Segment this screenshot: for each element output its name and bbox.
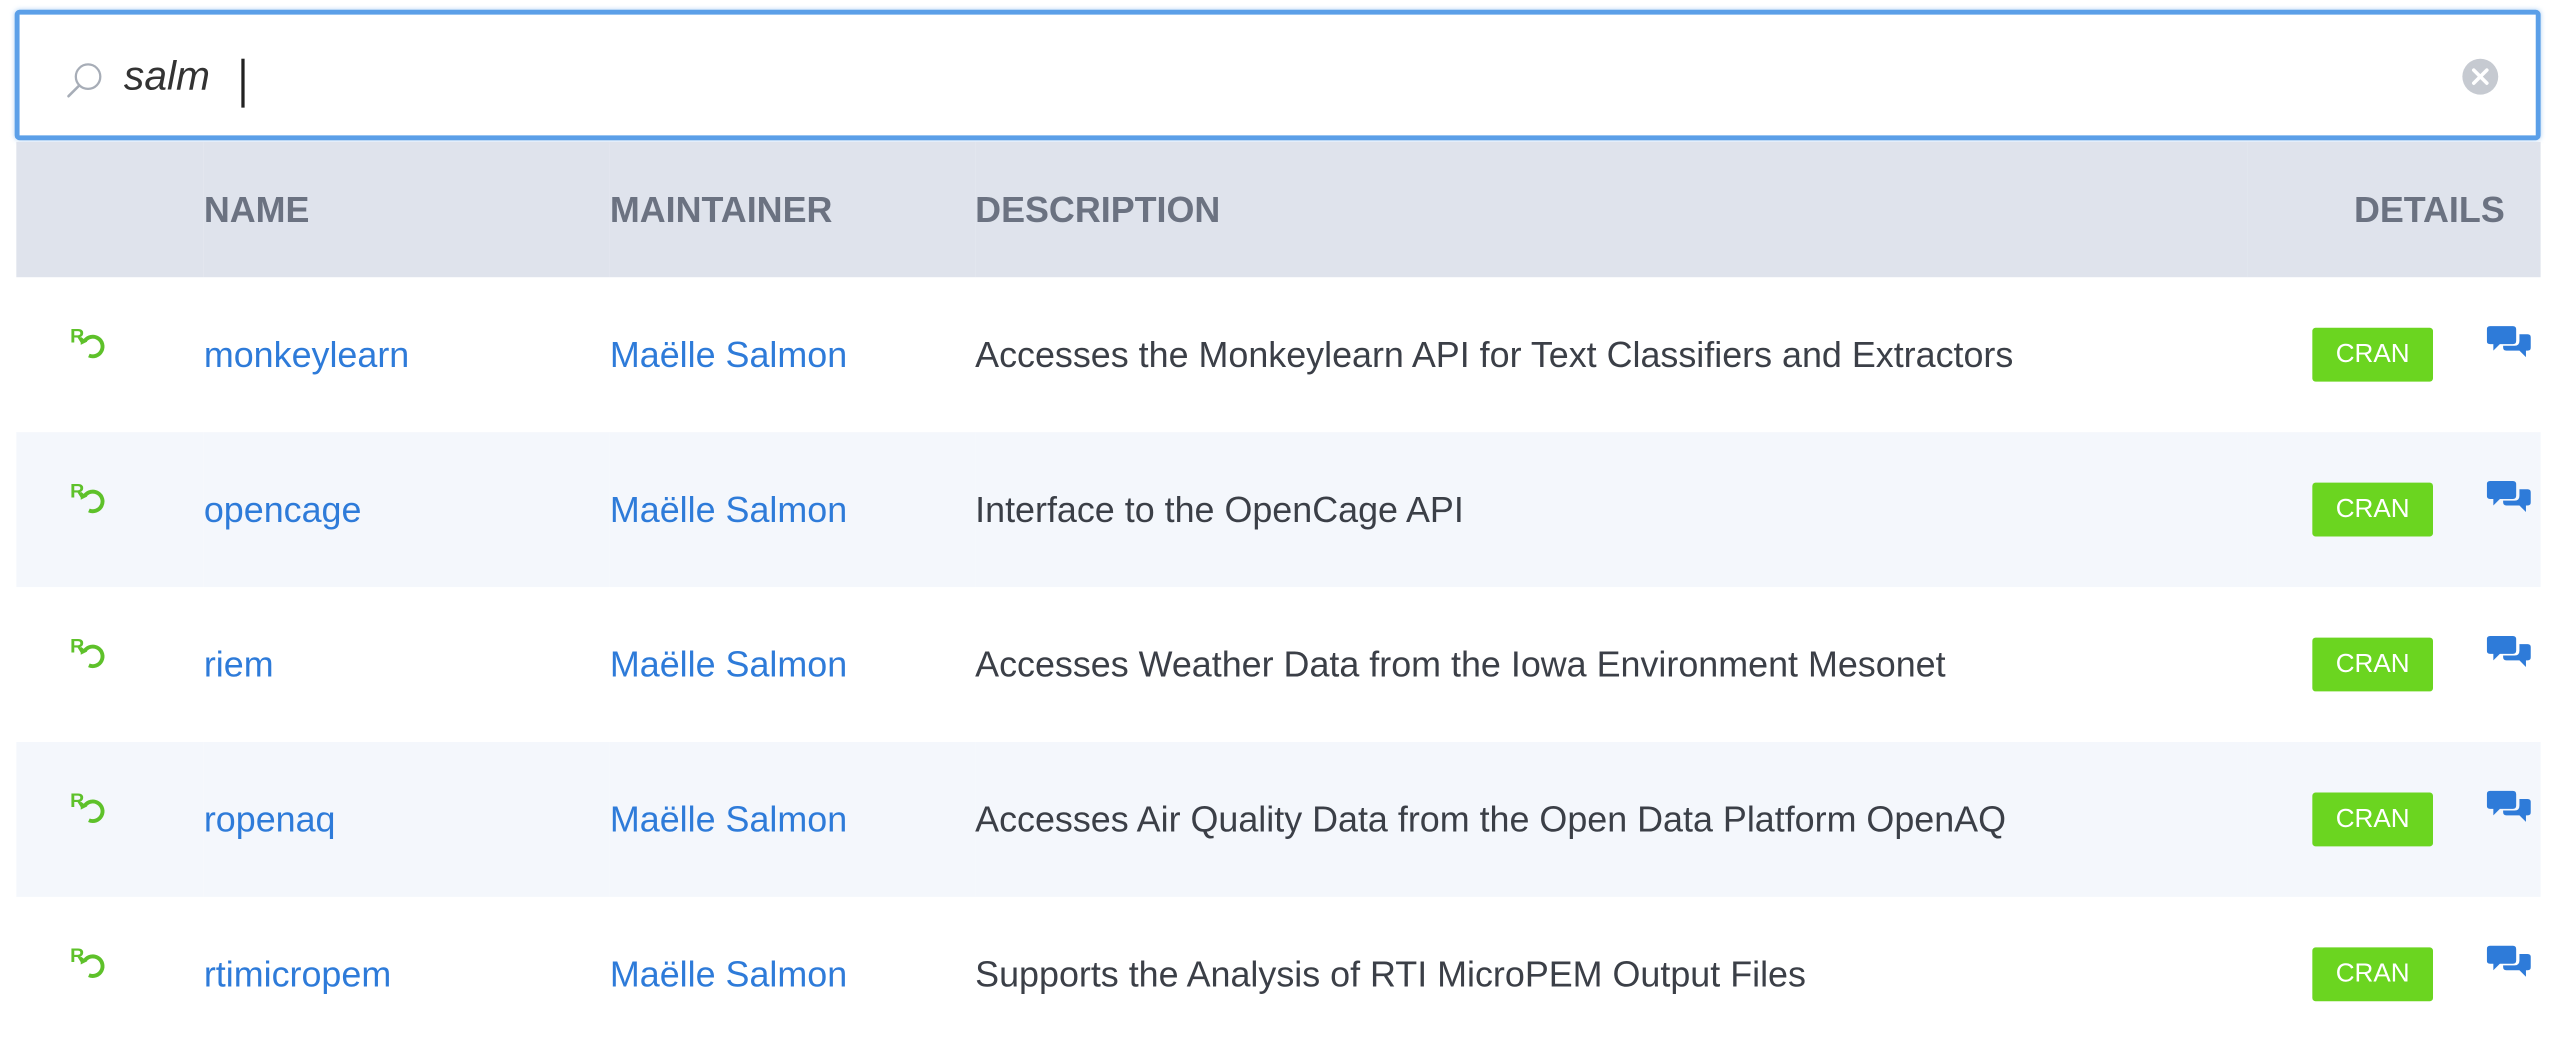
- table-row: R rtimicropem Maëlle Salmon Supports the…: [16, 897, 2540, 1046]
- header-description[interactable]: DESCRIPTION: [975, 142, 2247, 277]
- package-description: Accesses the Monkeylearn API for Text Cl…: [975, 333, 2014, 375]
- package-name-link[interactable]: riem: [204, 643, 274, 684]
- search-icon: [67, 63, 102, 98]
- maintainer-link[interactable]: Maëlle Salmon: [610, 333, 847, 374]
- package-name-link[interactable]: monkeylearn: [204, 333, 409, 374]
- clear-icon[interactable]: [2461, 57, 2500, 96]
- package-description: Interface to the OpenCage API: [975, 488, 1464, 530]
- chat-bubbles-icon[interactable]: [2486, 787, 2531, 823]
- search-input[interactable]: [123, 40, 2375, 113]
- header-name[interactable]: NAME: [204, 142, 610, 277]
- header-icon-column: [16, 142, 204, 277]
- package-description: Supports the Analysis of RTI MicroPEM Ou…: [975, 953, 1806, 994]
- maintainer-link[interactable]: Maëlle Salmon: [610, 643, 847, 684]
- results-table: NAME MAINTAINER DESCRIPTION DETAILS R mo…: [16, 141, 2541, 1046]
- table-row: R ropenaq Maëlle Salmon Accesses Air Qua…: [16, 741, 2541, 897]
- package-name-link[interactable]: opencage: [204, 488, 362, 529]
- package-logo-icon: R: [70, 635, 105, 668]
- table-row: R opencage Maëlle Salmon Interface to th…: [16, 432, 2541, 588]
- cran-badge[interactable]: CRAN: [2312, 947, 2434, 1002]
- table-row: R monkeylearn Maëlle Salmon Accesses the…: [16, 277, 2540, 432]
- header-maintainer[interactable]: MAINTAINER: [610, 142, 975, 277]
- package-logo-icon: R: [70, 480, 105, 513]
- maintainer-link[interactable]: Maëlle Salmon: [610, 798, 847, 839]
- package-name-link[interactable]: rtimicropem: [204, 953, 391, 994]
- maintainer-link[interactable]: Maëlle Salmon: [610, 488, 847, 529]
- text-caret: [241, 58, 245, 108]
- package-description: Accesses Weather Data from the Iowa Envi…: [975, 643, 1946, 685]
- table-row: R riem Maëlle Salmon Accesses Weather Da…: [16, 587, 2540, 742]
- chat-bubbles-icon[interactable]: [2486, 322, 2531, 358]
- chat-bubbles-icon[interactable]: [2486, 477, 2531, 513]
- package-logo-icon: R: [70, 945, 105, 978]
- cran-badge[interactable]: CRAN: [2312, 482, 2434, 537]
- cran-badge[interactable]: CRAN: [2312, 637, 2434, 692]
- chat-bubbles-icon[interactable]: [2486, 632, 2531, 668]
- chat-bubbles-icon[interactable]: [2486, 942, 2531, 978]
- package-description: Accesses Air Quality Data from the Open …: [975, 798, 2007, 839]
- cran-badge[interactable]: CRAN: [2312, 792, 2434, 847]
- package-logo-icon: R: [70, 325, 105, 358]
- header-details: DETAILS: [2353, 188, 2505, 230]
- search-box[interactable]: [14, 9, 2541, 141]
- maintainer-link[interactable]: Maëlle Salmon: [610, 953, 847, 994]
- package-logo-icon: R: [70, 790, 105, 823]
- cran-badge[interactable]: CRAN: [2312, 327, 2434, 382]
- table-header-row: NAME MAINTAINER DESCRIPTION DETAILS: [16, 141, 2541, 278]
- package-name-link[interactable]: ropenaq: [204, 798, 336, 839]
